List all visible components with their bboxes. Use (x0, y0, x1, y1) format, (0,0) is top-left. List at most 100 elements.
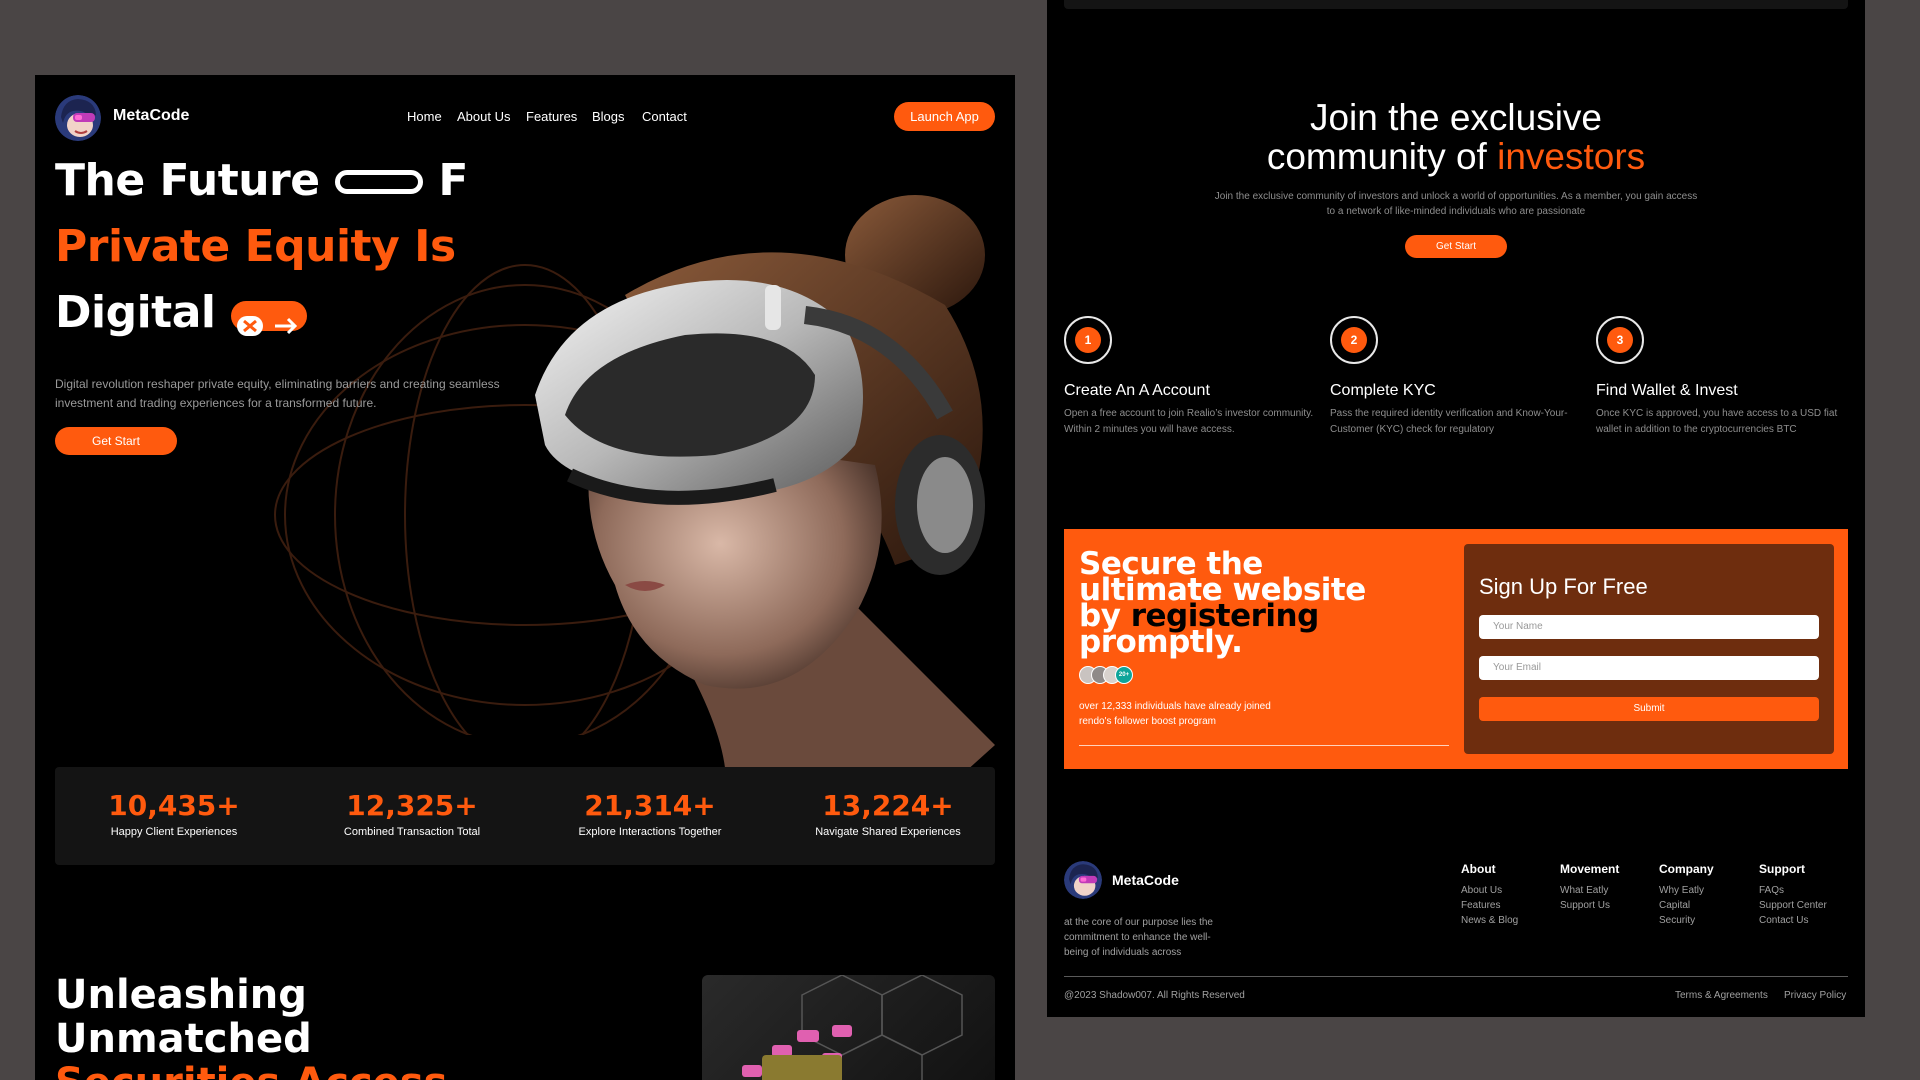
brand-name[interactable]: MetaCode (113, 107, 189, 125)
signup-headline: Secure the ultimate website by registeri… (1079, 549, 1366, 660)
step-number: 1 (1075, 327, 1101, 353)
community-title-highlight: investors (1497, 136, 1646, 177)
toggle-arrow-icon (231, 301, 307, 336)
stats-bar: 10,435+ Happy Client Experiences 12,325+… (55, 767, 995, 865)
footer-terms-link[interactable]: Terms & Agreements (1675, 990, 1768, 1001)
hero-line3-text: Digital (55, 287, 216, 338)
signup-note-line2: rendo's follower boost program (1079, 716, 1216, 727)
step-number-badge: 1 (1064, 316, 1112, 364)
top-divider-bar (1064, 0, 1848, 9)
stat-label: Combined Transaction Total (343, 826, 481, 838)
community-description: Join the exclusive community of investor… (1047, 189, 1865, 219)
stat-item: 10,435+ Happy Client Experiences (55, 767, 293, 838)
banner-divider (1079, 745, 1449, 746)
community-get-start-button[interactable]: Get Start (1405, 235, 1507, 258)
nav-about-us[interactable]: About Us (457, 109, 510, 124)
nav-contact[interactable]: Contact (642, 109, 687, 124)
hero-headline-line1: The Future F (55, 155, 468, 206)
footer-link-support-us[interactable]: Support Us (1560, 900, 1610, 911)
logo-avatar-icon[interactable] (55, 95, 101, 141)
unleash-line3: Securities Access (55, 1061, 447, 1080)
community-description-line1: Join the exclusive community of investor… (1214, 191, 1698, 202)
community-title-line2: community of investors (1047, 137, 1865, 176)
step-title: Find Wallet & Invest (1596, 382, 1738, 399)
stat-value: 12,325+ (346, 789, 478, 822)
email-input[interactable]: Your Email (1479, 656, 1819, 680)
signup-note-line1: over 12,333 individuals have already joi… (1079, 701, 1271, 712)
unleash-headline: Unleashing Unmatched Securities Access (55, 973, 447, 1080)
footer-heading-support: Support (1759, 862, 1805, 876)
avatar-count-badge: 20+ (1115, 666, 1133, 684)
hero-line1-tail: F (438, 155, 468, 206)
footer-link-features[interactable]: Features (1461, 900, 1500, 911)
footer-link-what-eatly[interactable]: What Eatly (1560, 885, 1608, 896)
footer-tagline-line2: commitment to enhance the well- (1064, 932, 1211, 943)
step-title: Complete KYC (1330, 382, 1436, 399)
hero-get-start-button[interactable]: Get Start (55, 427, 177, 455)
footer-divider (1064, 976, 1848, 977)
member-avatars-group: 20+ (1079, 666, 1139, 684)
footer-heading-company: Company (1659, 862, 1714, 876)
footer-logo-avatar-icon[interactable] (1064, 861, 1102, 899)
signup-headline-line4: promptly. (1079, 624, 1243, 660)
unleash-line2: Unmatched (55, 1016, 312, 1062)
submit-button[interactable]: Submit (1479, 697, 1819, 721)
footer-heading-about: About (1461, 862, 1496, 876)
step-number-badge: 2 (1330, 316, 1378, 364)
hero-headline-line2: Private Equity Is (55, 221, 456, 272)
stat-value: 21,314+ (584, 789, 716, 822)
footer-brand-name[interactable]: MetaCode (1112, 872, 1179, 888)
footer-link-support-center[interactable]: Support Center (1759, 900, 1827, 911)
landing-page-right: Join the exclusive community of investor… (1047, 0, 1865, 1017)
step-number: 3 (1607, 327, 1633, 353)
stylized-o-shape (335, 170, 423, 194)
hero-vr-woman-illustration (515, 195, 995, 835)
unleash-line1: Unleashing (55, 972, 307, 1018)
footer-link-news-blog[interactable]: News & Blog (1461, 915, 1518, 926)
footer-heading-movement: Movement (1560, 862, 1620, 876)
step-number-badge: 3 (1596, 316, 1644, 364)
nav-blogs[interactable]: Blogs (592, 109, 625, 124)
stat-value: 10,435+ (108, 789, 240, 822)
footer-link-capital[interactable]: Capital (1659, 900, 1690, 911)
footer-link-security[interactable]: Security (1659, 915, 1695, 926)
signup-banner: Secure the ultimate website by registeri… (1064, 529, 1848, 769)
step-description: Open a free account to join Realio’s inv… (1064, 408, 1314, 435)
step-description: Once KYC is approved, you have access to… (1596, 408, 1838, 435)
signup-form-title: Sign Up For Free (1479, 574, 1648, 599)
launch-app-button[interactable]: Launch App (894, 102, 995, 131)
stat-item: 12,325+ Combined Transaction Total (293, 767, 531, 838)
nav-home[interactable]: Home (407, 109, 442, 124)
footer-link-contact-us[interactable]: Contact Us (1759, 915, 1808, 926)
footer-tagline-line1: at the core of our purpose lies the (1064, 917, 1213, 928)
footer-link-about-us[interactable]: About Us (1461, 885, 1502, 896)
stat-item: 13,224+ Navigate Shared Experiences (769, 767, 1007, 838)
landing-page-left: MetaCode Home About Us Features Blogs Co… (35, 75, 1015, 1080)
hero-headline-line3: Digital (55, 287, 307, 338)
signup-form-panel: Sign Up For Free Your Name Your Email Su… (1464, 544, 1834, 754)
signup-note: over 12,333 individuals have already joi… (1079, 699, 1271, 729)
community-title-line1: Join the exclusive (1309, 97, 1603, 138)
footer-link-faqs[interactable]: FAQs (1759, 885, 1784, 896)
stat-label: Navigate Shared Experiences (815, 826, 961, 838)
community-title-line2-text: community of (1266, 136, 1498, 177)
hero-line1-text: The Future (55, 155, 320, 206)
footer-tagline-line3: being of individuals across (1064, 947, 1182, 958)
footer-link-why-eatly[interactable]: Why Eatly (1659, 885, 1704, 896)
stat-value: 13,224+ (822, 789, 954, 822)
footer-tagline: at the core of our purpose lies the comm… (1064, 915, 1213, 960)
community-title: Join the exclusive community of investor… (1047, 98, 1865, 176)
stat-label: Happy Client Experiences (110, 826, 238, 838)
blockchain-3d-image (702, 974, 995, 1080)
name-input[interactable]: Your Name (1479, 615, 1819, 639)
stat-item: 21,314+ Explore Interactions Together (531, 767, 769, 838)
nav-features[interactable]: Features (526, 109, 577, 124)
stat-label: Explore Interactions Together (578, 826, 722, 838)
step-number: 2 (1341, 327, 1367, 353)
footer-privacy-link[interactable]: Privacy Policy (1784, 990, 1846, 1001)
footer-copyright: @2023 Shadow007. All Rights Reserved (1064, 990, 1245, 1001)
step-description: Pass the required identity verification … (1330, 408, 1568, 435)
hero-description: Digital revolution reshaper private equi… (55, 377, 500, 410)
community-description-line2: to a network of like-minded individuals … (1326, 206, 1586, 217)
step-title: Create An A Account (1064, 382, 1210, 399)
